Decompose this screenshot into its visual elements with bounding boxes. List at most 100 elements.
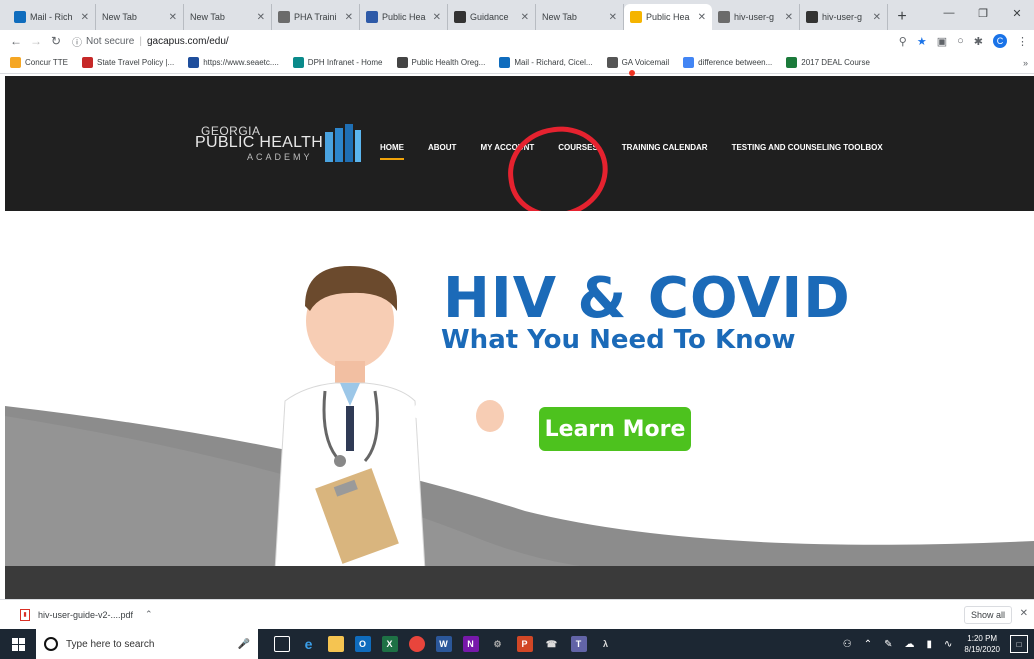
info-icon[interactable]: ⓘ: [72, 34, 82, 49]
windows-start-icon[interactable]: [0, 629, 36, 659]
menu-kebab-icon[interactable]: ⋮: [1017, 35, 1028, 48]
url-text: gacapus.com/edu/: [146, 35, 229, 47]
browser-tab-strip: Mail - Rich ✕ New Tab ✕ New Tab ✕ PHA Traini ✕ P…: [0, 0, 1034, 30]
bookmark-item[interactable]: GA Voicemail: [606, 57, 670, 68]
tab-close-icon[interactable]: ✕: [345, 12, 353, 23]
bookmark-item[interactable]: 2017 DEAL Course: [786, 57, 870, 68]
outlook-icon: [14, 11, 26, 23]
browser-tab[interactable]: Guidance ✕: [448, 4, 536, 30]
browser-tab[interactable]: PHA Traini ✕: [272, 4, 360, 30]
pdf-file-icon: ▮: [20, 608, 30, 621]
battery-icon[interactable]: ▮: [927, 639, 933, 650]
browser-tab[interactable]: hiv-user-g ✕: [800, 4, 888, 30]
download-filename[interactable]: hiv-user-guide-v2-....pdf: [38, 610, 133, 620]
tab-close-icon[interactable]: ✕: [169, 12, 177, 23]
onenote-icon[interactable]: N: [457, 629, 484, 659]
task-view-icon[interactable]: [268, 629, 295, 659]
gpha-logo[interactable]: GEORGIA PUBLIC HEALTH ACADEMY: [195, 120, 365, 162]
phone-icon[interactable]: ☎: [538, 629, 565, 659]
people-icon[interactable]: ⚇: [843, 639, 852, 650]
onedrive-icon[interactable]: ☁: [905, 639, 915, 650]
puzzle-icon[interactable]: ✱: [974, 35, 983, 48]
bookmark-item[interactable]: DPH Infranet - Home: [292, 57, 383, 68]
microphone-icon[interactable]: 🎤: [238, 639, 250, 650]
browser-tab[interactable]: hiv-user-g ✕: [712, 4, 800, 30]
wifi-icon[interactable]: ∿: [944, 639, 952, 650]
excel-icon[interactable]: X: [376, 629, 403, 659]
windows-taskbar: Type here to search 🎤 e O X W N ⚙ P ☎ T …: [0, 629, 1034, 659]
bookmark-label: 2017 DEAL Course: [801, 58, 870, 67]
learn-more-button[interactable]: Learn More: [539, 407, 691, 451]
nav-about[interactable]: ABOUT: [428, 143, 456, 160]
back-icon[interactable]: ←: [6, 34, 26, 48]
address-bar[interactable]: ⓘ Not secure | gacapus.com/edu/: [72, 32, 899, 50]
browser-tab[interactable]: New Tab ✕: [184, 4, 272, 30]
pen-icon[interactable]: ✎: [884, 639, 892, 650]
teams-icon[interactable]: T: [565, 629, 592, 659]
bookmark-label: Mail - Richard, Cicel...: [514, 58, 593, 67]
bookmark-item[interactable]: Concur TTE: [10, 57, 68, 68]
show-all-button[interactable]: Show all: [963, 606, 1012, 624]
forward-icon[interactable]: →: [26, 34, 46, 48]
minimize-icon[interactable]: —: [932, 0, 966, 26]
powerpoint-icon[interactable]: P: [511, 629, 538, 659]
network-app-icon[interactable]: ⚙: [484, 629, 511, 659]
security-label: Not secure: [86, 35, 135, 47]
download-chevron-icon[interactable]: ⌃: [145, 609, 153, 620]
browser-tab[interactable]: New Tab ✕: [96, 4, 184, 30]
new-tab-button[interactable]: +: [892, 4, 912, 30]
nav-home[interactable]: HOME: [380, 143, 404, 160]
bookmark-label: GA Voicemail: [621, 58, 670, 67]
hero-bottom-band: [5, 566, 1034, 601]
reload-icon[interactable]: ↻: [46, 34, 66, 48]
tab-close-icon[interactable]: ✕: [81, 12, 89, 23]
bookmark-label: https://www.seaetc....: [203, 58, 279, 67]
taskbar-search-box[interactable]: Type here to search 🎤: [36, 629, 258, 659]
tab-label: New Tab: [102, 12, 137, 22]
bookmark-item[interactable]: State Travel Policy |...: [81, 57, 175, 68]
tab-close-icon[interactable]: ✕: [433, 12, 441, 23]
extension-icon[interactable]: ▣: [937, 35, 947, 48]
page-icon: [366, 11, 378, 23]
taskbar-clock[interactable]: 1:20 PM 8/19/2020: [964, 633, 1000, 655]
zoom-icon[interactable]: ⚲: [899, 35, 907, 48]
close-window-icon[interactable]: ✕: [1000, 0, 1034, 26]
bookmark-item[interactable]: Public Health Oreg...: [396, 57, 485, 68]
chrome-icon[interactable]: [403, 629, 430, 659]
restore-icon[interactable]: ❐: [966, 0, 1000, 26]
browser-tab[interactable]: Public Hea ✕: [360, 4, 448, 30]
extension2-icon[interactable]: ○: [957, 35, 964, 47]
acrobat-icon[interactable]: λ: [592, 629, 619, 659]
profile-avatar[interactable]: C: [993, 34, 1007, 48]
bookmark-label: State Travel Policy |...: [96, 58, 175, 67]
globe-icon: [454, 11, 466, 23]
tab-close-icon[interactable]: ✕: [698, 12, 706, 23]
browser-tab[interactable]: New Tab ✕: [536, 4, 624, 30]
bookmark-item[interactable]: https://www.seaetc....: [188, 57, 279, 68]
browser-tab[interactable]: Mail - Rich ✕: [8, 4, 96, 30]
bookmark-item[interactable]: Mail - Richard, Cicel...: [499, 57, 593, 68]
tab-close-icon[interactable]: ✕: [521, 12, 529, 23]
outlook-taskbar-icon[interactable]: O: [349, 629, 376, 659]
downloads-close-icon[interactable]: ✕: [1020, 608, 1028, 619]
bookmarks-bar: Concur TTE State Travel Policy |... https:…: [0, 52, 1034, 74]
edge-icon[interactable]: e: [295, 629, 322, 659]
bookmarks-overflow-icon[interactable]: »: [1023, 58, 1028, 68]
tab-close-icon[interactable]: ✕: [257, 12, 265, 23]
tab-label: hiv-user-g: [822, 12, 863, 22]
notification-icon[interactable]: □: [1010, 635, 1028, 653]
tray-expand-icon[interactable]: ⌃: [864, 639, 872, 650]
tab-close-icon[interactable]: ✕: [873, 12, 881, 23]
tab-close-icon[interactable]: ✕: [785, 12, 793, 23]
word-icon[interactable]: W: [430, 629, 457, 659]
nav-training-calendar[interactable]: TRAINING CALENDAR: [622, 143, 708, 160]
taskbar-apps: e O X W N ⚙ P ☎ T λ: [268, 629, 619, 659]
tab-label: hiv-user-g: [734, 12, 775, 22]
tab-close-icon[interactable]: ✕: [609, 12, 617, 23]
browser-tab[interactable]: Public Hea ✕: [624, 4, 712, 30]
bookmark-item[interactable]: difference between...: [683, 57, 772, 68]
nav-testing-toolbox[interactable]: TESTING AND COUNSELING TOOLBOX: [732, 143, 883, 160]
bookmark-star-icon[interactable]: ★: [917, 35, 927, 48]
bookmark-favicon-icon: [10, 57, 21, 68]
file-explorer-icon[interactable]: [322, 629, 349, 659]
